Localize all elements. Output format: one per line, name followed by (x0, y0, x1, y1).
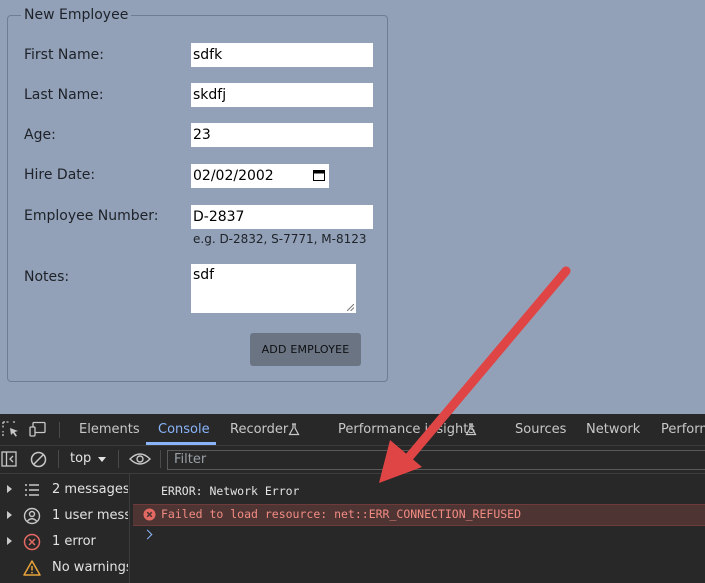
add-employee-button[interactable]: ADD EMPLOYEE (250, 333, 361, 366)
live-expression-eye-icon[interactable] (129, 452, 151, 466)
toolbar-divider (59, 422, 60, 438)
expand-arrow-icon[interactable] (7, 485, 12, 493)
console-output: ERROR: Network Error Failed to load reso… (130, 474, 705, 583)
sidebar-item-label: 1 user messages (52, 508, 128, 523)
hire-date-label: Hire Date: (24, 167, 96, 183)
list-icon (25, 484, 39, 496)
employee-number-label: Employee Number: (24, 208, 159, 224)
age-input[interactable]: 23 (191, 123, 373, 147)
notes-value: sdf (193, 267, 215, 283)
inspect-element-icon[interactable] (2, 421, 20, 437)
first-name-input[interactable]: sdfk (191, 43, 373, 67)
console-log-message: ERROR: Network Error (161, 484, 300, 498)
calendar-icon[interactable] (313, 169, 325, 181)
notes-textarea[interactable]: sdf (191, 264, 356, 313)
sidebar-item-warnings[interactable]: No warnings (0, 556, 129, 580)
sidebar-toggle-icon[interactable] (1, 451, 17, 467)
console-prompt-icon[interactable] (142, 529, 153, 540)
employee-number-input[interactable]: D-2837 (191, 205, 373, 229)
error-message-text: Failed to load resource: net::ERR_CONNEC… (161, 507, 522, 521)
sidebar-item-label: 2 messages (52, 482, 128, 497)
console-error-message: Failed to load resource: net::ERR_CONNEC… (133, 504, 705, 526)
console-toolbar: top Filter (0, 446, 705, 474)
last-name-label: Last Name: (24, 87, 104, 103)
tab-network[interactable]: Network (586, 414, 640, 445)
tab-recorder[interactable]: Recorder (230, 414, 288, 445)
resize-handle-icon[interactable] (347, 304, 354, 311)
filter-input[interactable]: Filter (167, 450, 705, 470)
sidebar-item-label: No warnings (52, 560, 128, 575)
new-employee-fieldset (7, 15, 388, 382)
last-name-input[interactable]: skdfj (191, 83, 373, 107)
expand-arrow-icon[interactable] (7, 511, 12, 519)
experiment-flask-icon (465, 423, 477, 436)
active-tab-indicator (146, 442, 216, 445)
devtools-tabbar: Elements Console Recorder Performance in… (0, 414, 705, 446)
first-name-label: First Name: (24, 47, 104, 63)
error-icon (23, 533, 41, 551)
devtools-panel: Elements Console Recorder Performance in… (0, 414, 705, 583)
user-icon (23, 507, 41, 525)
tab-sources[interactable]: Sources (515, 414, 566, 445)
toolbar-divider (58, 450, 59, 468)
tab-console[interactable]: Console (158, 414, 210, 445)
tab-elements[interactable]: Elements (79, 414, 140, 445)
sidebar-item-label: 1 error (52, 534, 96, 549)
clear-console-icon[interactable] (30, 451, 47, 468)
context-dropdown-icon[interactable] (98, 457, 106, 462)
sidebar-item-errors[interactable]: 1 error (0, 530, 129, 554)
sidebar-item-messages[interactable]: 2 messages (0, 478, 129, 502)
sidebar-item-user-messages[interactable]: 1 user messages (0, 504, 129, 528)
employee-number-hint: e.g. D-2832, S-7771, M-8123 (193, 232, 367, 246)
toolbar-divider (160, 450, 161, 468)
error-icon (143, 508, 156, 521)
tab-performance[interactable]: Performance (661, 414, 705, 445)
hire-date-input[interactable]: 02/02/2002 (191, 164, 329, 188)
notes-label: Notes: (24, 269, 70, 285)
console-sidebar: 2 messages 1 user messages 1 error (0, 474, 130, 583)
context-selector[interactable]: top (70, 451, 91, 466)
device-toolbar-icon[interactable] (29, 421, 47, 437)
hire-date-value: 02/02/2002 (193, 168, 274, 184)
age-label: Age: (24, 127, 56, 143)
warning-icon (23, 560, 41, 576)
toolbar-divider (118, 450, 119, 468)
experiment-flask-icon (288, 423, 300, 436)
expand-arrow-icon[interactable] (7, 537, 12, 545)
form-legend: New Employee (21, 7, 132, 23)
tab-performance-insights[interactable]: Performance insights (338, 414, 475, 445)
